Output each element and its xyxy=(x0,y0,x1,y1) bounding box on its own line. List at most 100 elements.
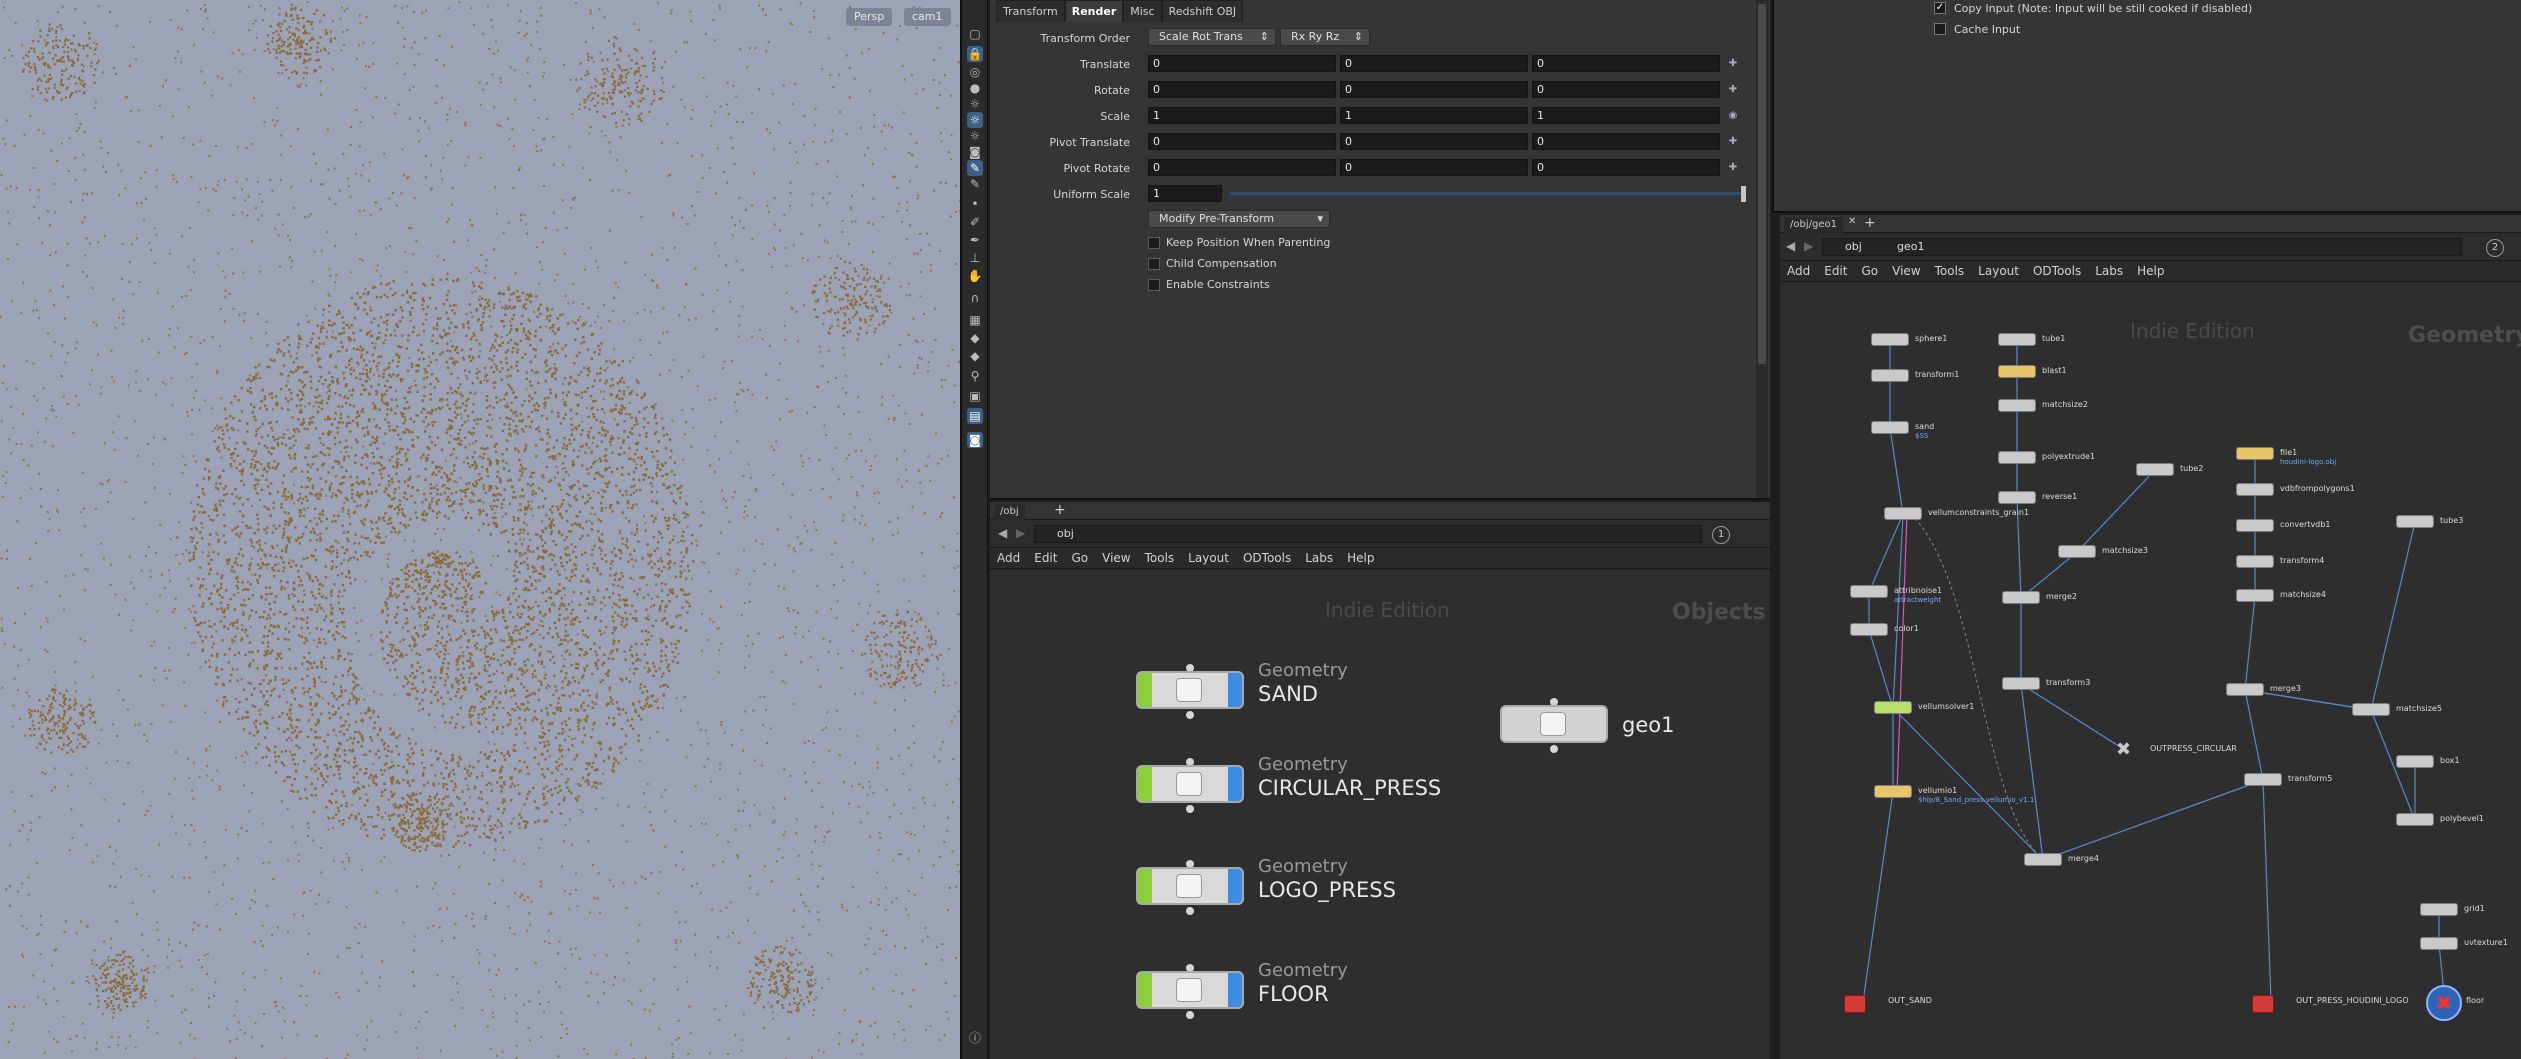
menu-edit[interactable]: Edit xyxy=(1817,264,1854,278)
node-polybevel1[interactable] xyxy=(2396,813,2434,826)
camera-icon[interactable]: ◙ xyxy=(967,432,983,448)
transform-order-menu[interactable]: Scale Rot Trans ⇕ xyxy=(1148,28,1276,46)
camera-select-button[interactable]: cam1 xyxy=(904,8,951,26)
handle-icon[interactable]: ✚ xyxy=(1726,135,1740,149)
grid-icon[interactable]: ▦ xyxy=(967,312,983,328)
handle-icon[interactable]: ✚ xyxy=(1726,57,1740,71)
node-circular-press[interactable] xyxy=(1136,765,1244,803)
pivot-translate-y-field[interactable]: 0 xyxy=(1340,133,1528,150)
node-tube1[interactable] xyxy=(1998,333,2036,346)
uniform-scale-slider-handle[interactable] xyxy=(1741,186,1746,202)
pivot-rotate-y-field[interactable]: 0 xyxy=(1340,159,1528,176)
add-tab-icon[interactable]: + xyxy=(1864,215,1876,231)
close-tab-icon[interactable]: ✕ xyxy=(1848,216,1856,227)
camera-mode-button[interactable]: Persp xyxy=(846,8,893,26)
node-grid1[interactable] xyxy=(2420,903,2458,916)
light-icon[interactable]: ☼ xyxy=(967,96,983,112)
node-outpress-circular[interactable]: ✖ xyxy=(2116,739,2131,760)
copy-input-checkbox[interactable]: ✓ xyxy=(1934,2,1946,14)
child-compensation-checkbox[interactable] xyxy=(1148,258,1160,270)
node-floor[interactable]: ✖ xyxy=(2426,985,2462,1021)
geo-network-canvas[interactable]: Indie Edition Geometry sphere1 transform1… xyxy=(1780,283,2521,1059)
point-icon[interactable]: • xyxy=(967,196,983,212)
node-uvtexture1[interactable] xyxy=(2420,937,2458,950)
rotate-y-field[interactable]: 0 xyxy=(1340,81,1528,98)
node-out-press-houdini-logo[interactable] xyxy=(2252,995,2274,1013)
menu-odtools[interactable]: ODTools xyxy=(1236,551,1298,565)
translate-z-field[interactable]: 0 xyxy=(1532,55,1720,72)
parameter-scrollbar[interactable] xyxy=(1756,0,1768,498)
forward-arrow-icon[interactable]: ▶ xyxy=(1016,526,1025,540)
pivot-rotate-z-field[interactable]: 0 xyxy=(1532,159,1720,176)
menu-go[interactable]: Go xyxy=(1064,551,1095,565)
scene-viewport[interactable]: Persp cam1 xyxy=(0,0,962,1059)
lock-icon[interactable]: 🔒 xyxy=(967,46,983,62)
keep-position-checkbox[interactable] xyxy=(1148,237,1160,249)
uniform-scale-slider[interactable] xyxy=(1230,192,1746,195)
node-convertvdb1[interactable] xyxy=(2236,519,2274,532)
back-arrow-icon[interactable]: ◀ xyxy=(1786,239,1795,253)
snapshot-icon[interactable]: ▤ xyxy=(967,408,983,424)
tab-transform[interactable]: Transform xyxy=(996,0,1065,22)
geo-path-field[interactable]: obj geo1 xyxy=(1822,238,2462,256)
node-transform4[interactable] xyxy=(2236,555,2274,568)
enable-constraints-checkbox[interactable] xyxy=(1148,279,1160,291)
pivot-rotate-x-field[interactable]: 0 xyxy=(1148,159,1336,176)
ruler-icon[interactable]: ⊥ xyxy=(967,250,983,266)
menu-odtools[interactable]: ODTools xyxy=(2026,264,2088,278)
geo-pin-badge[interactable]: 2 xyxy=(2486,239,2504,257)
node-matchsize4[interactable] xyxy=(2236,589,2274,602)
rotate-order-menu[interactable]: Rx Ry Rz ⇕ xyxy=(1280,28,1370,46)
menu-tools[interactable]: Tools xyxy=(1928,264,1972,278)
tab-render[interactable]: Render xyxy=(1064,0,1124,22)
brush-icon[interactable]: ✐ xyxy=(967,214,983,230)
menu-layout[interactable]: Layout xyxy=(1971,264,2026,278)
cache-input-checkbox[interactable] xyxy=(1934,23,1946,35)
node-matchsize5[interactable] xyxy=(2352,703,2390,716)
select-icon[interactable]: ▢ xyxy=(967,26,983,42)
node-merge3[interactable] xyxy=(2226,683,2264,696)
menu-go[interactable]: Go xyxy=(1854,264,1885,278)
node-box1[interactable] xyxy=(2396,755,2434,768)
menu-add[interactable]: Add xyxy=(990,551,1027,565)
menu-edit[interactable]: Edit xyxy=(1027,551,1064,565)
node-vellumconstraints-grain1[interactable] xyxy=(1884,507,1922,520)
menu-add[interactable]: Add xyxy=(1780,264,1817,278)
node-color1[interactable] xyxy=(1850,623,1888,636)
menu-tools[interactable]: Tools xyxy=(1138,551,1182,565)
node-sphere1[interactable] xyxy=(1871,333,1909,346)
scale-y-field[interactable]: 1 xyxy=(1340,107,1528,124)
uniform-scale-field[interactable]: 1 xyxy=(1148,185,1222,202)
node-merge4[interactable] xyxy=(2024,853,2062,866)
back-arrow-icon[interactable]: ◀ xyxy=(998,526,1007,540)
scale-x-field[interactable]: 1 xyxy=(1148,107,1336,124)
scrollbar-thumb[interactable] xyxy=(1758,4,1766,364)
node-merge2[interactable] xyxy=(2002,591,2040,604)
sphere-icon[interactable]: ● xyxy=(967,80,983,96)
obj-pin-badge[interactable]: 1 xyxy=(1712,526,1730,544)
node-geo1[interactable] xyxy=(1500,705,1608,743)
node-attribnoise1[interactable] xyxy=(1850,585,1888,598)
node-transform3[interactable] xyxy=(2002,677,2040,690)
paint-icon[interactable]: ✎ xyxy=(967,160,983,176)
info-icon[interactable]: ⓘ xyxy=(967,1030,983,1046)
menu-layout[interactable]: Layout xyxy=(1181,551,1236,565)
tab-misc[interactable]: Misc xyxy=(1123,0,1162,22)
node-vellumsolver1[interactable] xyxy=(1874,701,1912,714)
rig-icon[interactable]: ⚲ xyxy=(967,368,983,384)
menu-help[interactable]: Help xyxy=(2130,264,2171,278)
magnet-icon[interactable]: ∩ xyxy=(967,290,983,306)
node-matchsize3[interactable] xyxy=(2058,545,2096,558)
menu-view[interactable]: View xyxy=(1885,264,1927,278)
node-sand[interactable] xyxy=(1871,421,1909,434)
menu-help[interactable]: Help xyxy=(1340,551,1381,565)
tab-obj-geo1[interactable]: /obj/geo1 xyxy=(1784,217,1843,233)
handle-icon[interactable]: ✚ xyxy=(1726,161,1740,175)
obj-network-canvas[interactable]: Indie Edition Objects Geometry SAND Geom… xyxy=(990,570,1770,1059)
light-icon[interactable]: ☼ xyxy=(967,128,983,144)
node-out-sand[interactable] xyxy=(1844,995,1866,1013)
node-reverse1[interactable] xyxy=(1998,491,2036,504)
node-sand[interactable] xyxy=(1136,671,1244,709)
paint-icon[interactable]: ✎ xyxy=(967,176,983,192)
rotate-z-field[interactable]: 0 xyxy=(1532,81,1720,98)
